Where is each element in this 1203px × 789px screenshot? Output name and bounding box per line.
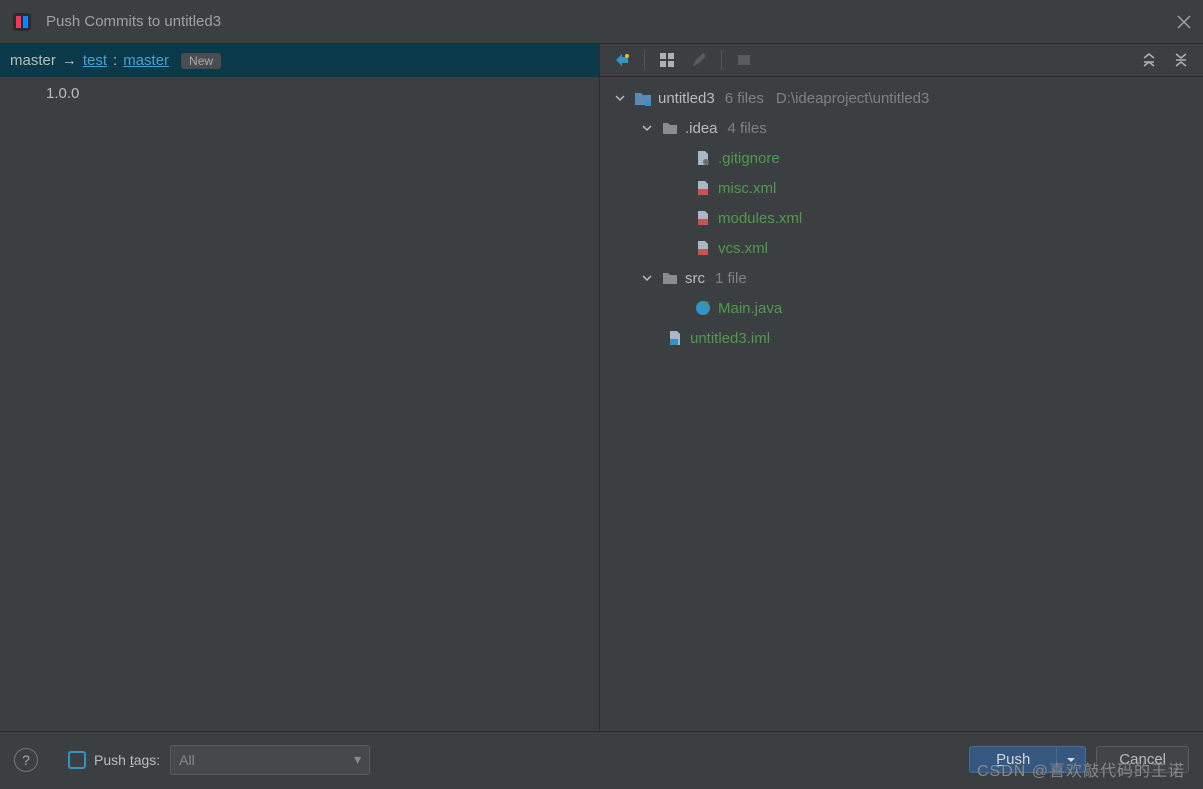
tree-file[interactable]: misc.xml (604, 173, 1199, 203)
files-pane: untitled3 6 files D:\ideaproject\untitle… (600, 44, 1203, 731)
tree-folder[interactable]: src 1 file (604, 263, 1199, 293)
commit-item[interactable]: 1.0.0 (46, 83, 589, 104)
tree-label: .idea (685, 120, 718, 137)
chevron-down-icon[interactable] (639, 123, 655, 133)
push-tags-select: All ▾ (170, 745, 370, 775)
project-folder-icon (634, 89, 652, 107)
tree-label: untitled3.iml (690, 330, 770, 347)
push-button-group: Push (969, 746, 1086, 773)
tree-file[interactable]: modules.xml (604, 203, 1199, 233)
tree-meta: 4 files (728, 120, 767, 137)
file-tree[interactable]: untitled3 6 files D:\ideaproject\untitle… (600, 77, 1203, 731)
branch-target-link[interactable]: master (123, 52, 169, 69)
group-by-icon[interactable] (653, 47, 681, 73)
commit-list: 1.0.0 (0, 77, 599, 110)
tree-root[interactable]: untitled3 6 files D:\ideaproject\untitle… (604, 83, 1199, 113)
file-iml-icon (666, 329, 684, 347)
file-xml-icon (694, 239, 712, 257)
branch-from: master (10, 52, 56, 69)
chevron-down-icon[interactable] (612, 93, 628, 103)
tree-file[interactable]: Main.java (604, 293, 1199, 323)
file-text-icon (694, 149, 712, 167)
toolbar-separator (644, 50, 645, 70)
cancel-button[interactable]: Cancel (1096, 746, 1189, 773)
folder-icon (661, 269, 679, 287)
close-icon[interactable] (1177, 15, 1191, 29)
file-xml-icon (694, 179, 712, 197)
tree-label: misc.xml (718, 180, 776, 197)
tree-label: vcs.xml (718, 240, 768, 257)
tree-label: untitled3 (658, 90, 715, 107)
app-logo-icon (12, 12, 32, 32)
tree-folder[interactable]: .idea 4 files (604, 113, 1199, 143)
files-toolbar (600, 44, 1203, 77)
push-dropdown-button[interactable] (1056, 746, 1086, 773)
tree-label: src (685, 270, 705, 287)
footer: ? Push tags: All ▾ Push Cancel (0, 731, 1203, 787)
file-java-icon (694, 299, 712, 317)
expand-all-icon[interactable] (1135, 47, 1163, 73)
chevron-down-icon[interactable] (639, 273, 655, 283)
tree-label: Main.java (718, 300, 782, 317)
collapse-all-icon[interactable] (1167, 47, 1195, 73)
preview-diff-icon (730, 47, 758, 73)
tree-file[interactable]: vcs.xml (604, 233, 1199, 263)
tree-path: D:\ideaproject\untitled3 (776, 90, 929, 107)
content-area: master → test : master New 1.0.0 (0, 44, 1203, 731)
tree-label: .gitignore (718, 150, 780, 167)
branch-separator: : (113, 52, 117, 69)
file-xml-icon (694, 209, 712, 227)
title-bar: Push Commits to untitled3 (0, 0, 1203, 44)
push-tags-label: Push tags: (94, 752, 160, 768)
branch-remote-link[interactable]: test (83, 52, 107, 69)
push-tags-checkbox[interactable] (68, 751, 86, 769)
push-button[interactable]: Push (969, 746, 1056, 773)
new-badge: New (181, 53, 221, 69)
tree-meta: 6 files (725, 90, 764, 107)
folder-icon (661, 119, 679, 137)
chevron-down-icon: ▾ (354, 751, 361, 768)
window-title: Push Commits to untitled3 (46, 13, 221, 30)
edit-icon (685, 47, 713, 73)
arrow-right-icon: → (62, 52, 77, 69)
tree-file[interactable]: untitled3.iml (604, 323, 1199, 353)
branch-bar[interactable]: master → test : master New (0, 44, 599, 77)
changelist-icon[interactable] (608, 47, 636, 73)
tree-meta: 1 file (715, 270, 747, 287)
commits-pane: master → test : master New 1.0.0 (0, 44, 600, 731)
select-value: All (179, 752, 195, 768)
help-icon[interactable]: ? (14, 748, 38, 772)
tree-file[interactable]: .gitignore (604, 143, 1199, 173)
tree-label: modules.xml (718, 210, 802, 227)
toolbar-separator (721, 50, 722, 70)
